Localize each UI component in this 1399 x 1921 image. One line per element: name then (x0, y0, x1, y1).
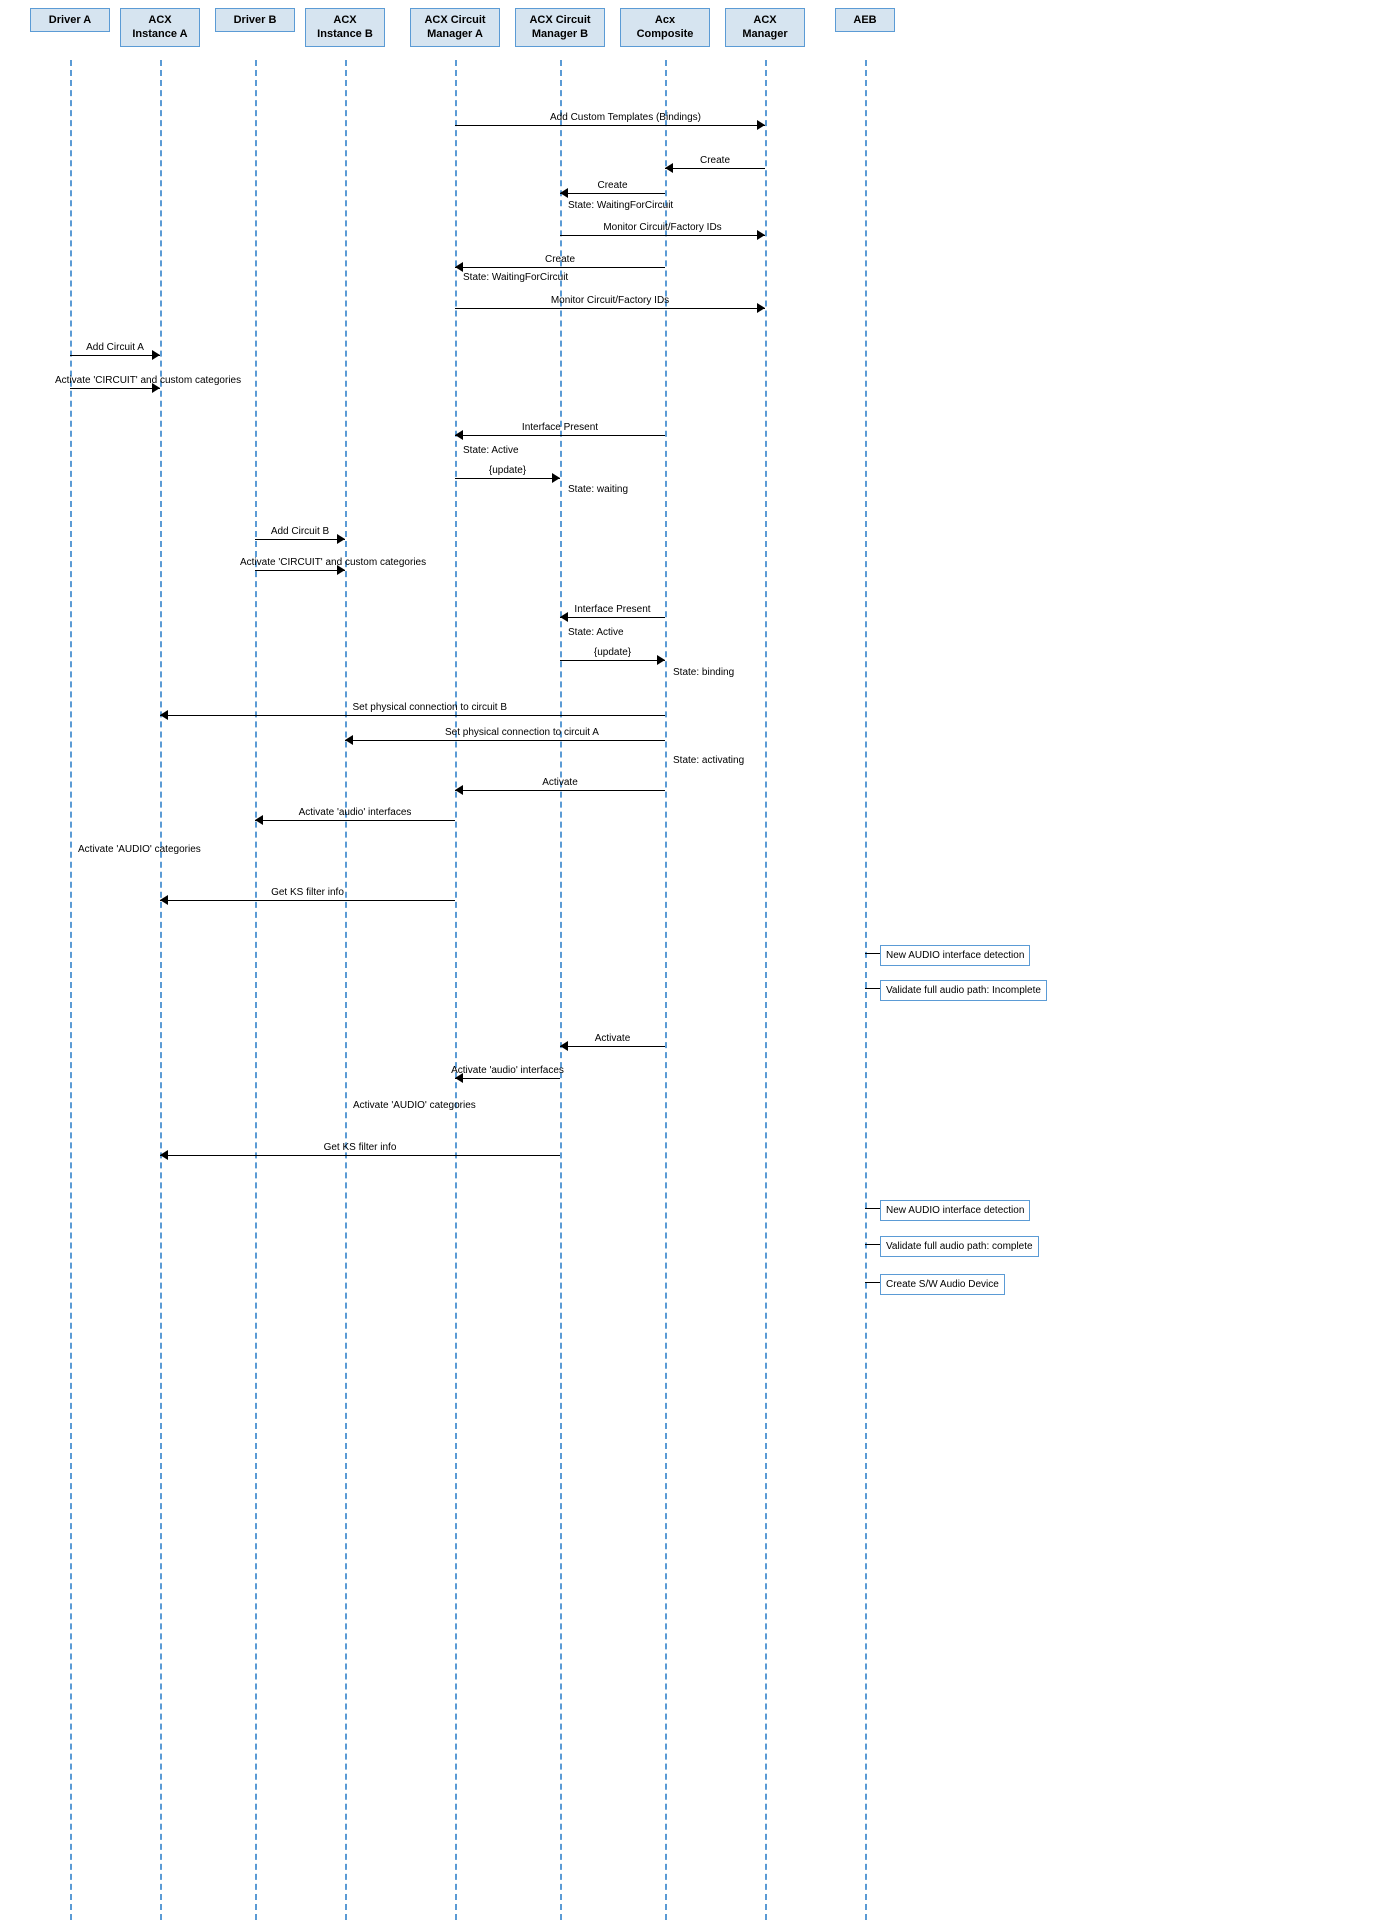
msg-label-10: Interface Present (500, 422, 620, 433)
msg-line-4 (560, 235, 765, 236)
arrow-0 (757, 120, 765, 130)
note-33: New AUDIO interface detection (880, 1200, 1030, 1221)
msg-line-21 (345, 740, 665, 741)
note-35: Create S/W Audio Device (880, 1274, 1005, 1295)
msg-label-18: {update} (553, 647, 673, 658)
note-27: New AUDIO interface detection (880, 945, 1030, 966)
msg-line-28 (865, 988, 880, 989)
msg-line-14 (255, 539, 345, 540)
msg-line-7 (455, 308, 765, 309)
arrow-32 (160, 1150, 168, 1160)
actor-box-0: Driver A (30, 8, 110, 32)
msg-label-30: Activate 'audio' interfaces (448, 1065, 568, 1076)
arrow-4 (757, 230, 765, 240)
sequence-diagram: Driver A ACXInstance A Driver B ACXInstance… (0, 0, 1399, 1921)
msg-line-8 (70, 355, 160, 356)
msg-line-35 (865, 1282, 880, 1283)
msg-line-32 (160, 1155, 560, 1156)
msg-line-23 (455, 790, 665, 791)
msg-line-27 (865, 953, 880, 954)
lifeline-3 (345, 60, 347, 1920)
msg-line-10 (455, 435, 665, 436)
msg-line-2 (560, 193, 665, 194)
msg-label-16: Interface Present (553, 604, 673, 615)
msg-label-3: State: WaitingForCircuit (568, 200, 673, 211)
lifeline-4 (455, 60, 457, 1920)
msg-label-0: Add Custom Templates (Bindings) (550, 112, 670, 123)
actor-box-4: ACX CircuitManager A (410, 8, 500, 47)
msg-label-20: Set physical connection to circuit B (353, 702, 473, 713)
arrow-10 (455, 430, 463, 440)
note-34: Validate full audio path: complete (880, 1236, 1039, 1257)
msg-line-5 (455, 267, 665, 268)
msg-line-15 (255, 570, 345, 571)
lifeline-5 (560, 60, 562, 1920)
msg-label-12: {update} (448, 465, 568, 476)
msg-label-19: State: binding (673, 667, 734, 678)
arrow-23 (455, 785, 463, 795)
actor-box-8: AEB (835, 8, 895, 32)
arrow-7 (757, 303, 765, 313)
msg-label-13: State: waiting (568, 484, 628, 495)
msg-label-26: Get KS filter info (248, 887, 368, 898)
msg-label-32: Get KS filter info (300, 1142, 420, 1153)
lifeline-1 (160, 60, 162, 1920)
msg-label-21: Set physical connection to circuit A (445, 727, 565, 738)
actor-box-3: ACXInstance B (305, 8, 385, 47)
msg-label-6: State: WaitingForCircuit (463, 272, 568, 283)
msg-line-1 (665, 168, 765, 169)
msg-line-26 (160, 900, 455, 901)
msg-label-22: State: activating (673, 755, 744, 766)
arrow-26 (160, 895, 168, 905)
lifeline-2 (255, 60, 257, 1920)
actor-box-5: ACX CircuitManager B (515, 8, 605, 47)
msg-label-1: Create (655, 155, 775, 166)
msg-line-30 (455, 1078, 560, 1079)
msg-label-23: Activate (500, 777, 620, 788)
actor-box-1: ACXInstance A (120, 8, 200, 47)
arrow-20 (160, 710, 168, 720)
msg-label-4: Monitor Circuit/Factory IDs (603, 222, 723, 233)
msg-line-16 (560, 617, 665, 618)
msg-label-17: State: Active (568, 627, 624, 638)
msg-label-5: Create (500, 254, 620, 265)
msg-label-31: Activate 'AUDIO' categories (353, 1100, 476, 1111)
msg-line-9 (70, 388, 160, 389)
msg-line-33 (865, 1208, 880, 1209)
msg-line-20 (160, 715, 665, 716)
msg-label-29: Activate (553, 1033, 673, 1044)
lifeline-8 (865, 60, 867, 1920)
msg-label-2: Create (553, 180, 673, 191)
msg-label-7: Monitor Circuit/Factory IDs (550, 295, 670, 306)
msg-line-18 (560, 660, 665, 661)
msg-line-24 (255, 820, 455, 821)
msg-line-0 (455, 125, 765, 126)
msg-label-15: Activate 'CIRCUIT' and custom categories (240, 557, 360, 568)
msg-label-14: Add Circuit B (240, 526, 360, 537)
lifeline-0 (70, 60, 72, 1920)
msg-line-34 (865, 1244, 880, 1245)
actor-box-6: AcxComposite (620, 8, 710, 47)
msg-label-25: Activate 'AUDIO' categories (78, 844, 201, 855)
arrow-24 (255, 815, 263, 825)
msg-label-24: Activate 'audio' interfaces (295, 807, 415, 818)
lifeline-7 (765, 60, 767, 1920)
arrow-5 (455, 262, 463, 272)
arrow-21 (345, 735, 353, 745)
lifeline-6 (665, 60, 667, 1920)
msg-label-8: Add Circuit A (55, 342, 175, 353)
msg-line-29 (560, 1046, 665, 1047)
note-28: Validate full audio path: Incomplete (880, 980, 1047, 1001)
msg-label-9: Activate 'CIRCUIT' and custom categories (55, 375, 175, 386)
actor-box-7: ACXManager (725, 8, 805, 47)
msg-label-11: State: Active (463, 445, 519, 456)
actor-box-2: Driver B (215, 8, 295, 32)
msg-line-12 (455, 478, 560, 479)
